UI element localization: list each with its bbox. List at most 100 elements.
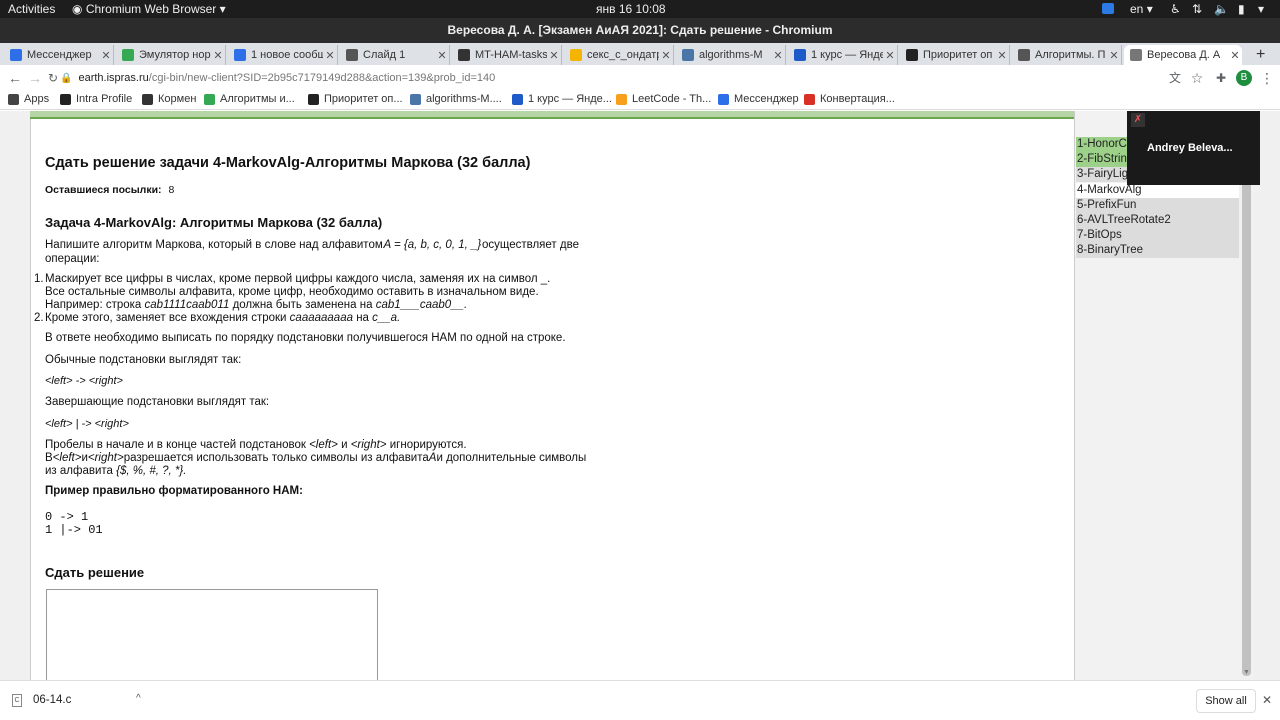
video-call-tile[interactable]: ✗ Andrey Beleva... bbox=[1127, 111, 1260, 185]
page-title: Сдать решение задачи 4-MarkovAlg-Алгорит… bbox=[45, 155, 531, 171]
spaces-text-e: игнорируются. bbox=[389, 439, 467, 451]
more-menu-icon[interactable]: ⋮ bbox=[1258, 69, 1276, 87]
forward-icon[interactable]: → bbox=[26, 69, 44, 87]
tab-close-icon[interactable]: ✕ bbox=[771, 49, 785, 62]
accessibility-icon[interactable]: ♿ bbox=[1170, 2, 1181, 16]
battery-icon[interactable]: ▮ bbox=[1238, 2, 1245, 16]
item1-line1: Маскирует все цифры в числах, кроме перв… bbox=[45, 273, 551, 285]
bookmark-item[interactable]: Приоритет оп... bbox=[308, 93, 403, 105]
tab-close-icon[interactable]: ✕ bbox=[1107, 49, 1121, 62]
tab-close-icon[interactable]: ✕ bbox=[99, 49, 113, 62]
zoom-icon[interactable] bbox=[1102, 3, 1114, 14]
profile-avatar[interactable]: B bbox=[1236, 70, 1252, 86]
allowed-left: <left> bbox=[52, 452, 82, 464]
allowed-symbols: {$, %, #, ?, *}. bbox=[116, 465, 187, 477]
messenger-icon bbox=[718, 93, 729, 105]
tab-label: 1 курс — Янде bbox=[811, 49, 883, 61]
bookmark-label: Алгоритмы и... bbox=[220, 93, 295, 105]
show-all-button[interactable]: Show all bbox=[1196, 689, 1256, 713]
item1-example-input: cab1111caab011 bbox=[144, 299, 230, 311]
tab[interactable]: Слайд 1 ✕ bbox=[340, 45, 450, 65]
bookmark-item[interactable]: Алгоритмы и... bbox=[204, 93, 295, 105]
allowed-line-1: В <left> и <right> разрешается использов… bbox=[45, 451, 586, 465]
bookmark-label: Приоритет оп... bbox=[324, 93, 403, 105]
problem-link[interactable]: 8-BinaryTree bbox=[1076, 243, 1239, 259]
bookmark-item[interactable]: algorithms-M.... bbox=[410, 93, 502, 105]
translate-icon[interactable]: 文 bbox=[1166, 69, 1184, 87]
messenger-icon bbox=[234, 49, 246, 61]
bookmark-item[interactable]: Intra Profile bbox=[60, 93, 132, 105]
language-indicator[interactable]: en ▾ bbox=[1130, 2, 1153, 16]
item1-line3: Например: строка cab1111caab011 должна б… bbox=[45, 298, 467, 312]
network-icon[interactable]: ⇅ bbox=[1192, 2, 1202, 16]
tab-close-icon[interactable]: ✕ bbox=[547, 49, 561, 62]
problem-list: 1-HonorCode 2-FibString 3-FairyLights 4-Mar… bbox=[1074, 111, 1239, 680]
tab[interactable]: MT-HAM-tasks ✕ bbox=[452, 45, 562, 65]
bookmark-star-icon[interactable]: ☆ bbox=[1188, 69, 1206, 87]
volume-icon[interactable]: 🔈 bbox=[1214, 2, 1229, 16]
bookmark-item[interactable]: Кормен bbox=[142, 93, 196, 105]
page-icon bbox=[1130, 49, 1142, 61]
problem-link[interactable]: 6-AVLTreeRotate2 bbox=[1076, 213, 1239, 228]
chevron-up-icon[interactable]: ^ bbox=[136, 693, 141, 704]
bookmark-item[interactable]: Мессенджер bbox=[718, 93, 799, 105]
window-title: Вересова Д. А. [Экзамен АиАЯ 2021]: Сдат… bbox=[447, 23, 833, 37]
tab[interactable]: секс_с_ондатр ✕ bbox=[564, 45, 674, 65]
clock[interactable]: янв 16 10:08 bbox=[596, 2, 666, 16]
close-icon[interactable]: ✕ bbox=[1262, 693, 1272, 707]
tab-strip: Мессенджер ✕ Эмулятор нор ✕ 1 новое сообщ ✕ Сл… bbox=[0, 43, 1280, 65]
tab-close-icon[interactable]: ✕ bbox=[323, 49, 337, 62]
app-menu[interactable]: ◉ Chromium Web Browser ▾ bbox=[72, 2, 226, 16]
tab[interactable]: Мессенджер ✕ bbox=[4, 45, 114, 65]
bookmark-item[interactable]: Apps bbox=[8, 93, 49, 105]
file-icon: C bbox=[12, 694, 22, 707]
tab[interactable]: algorithms-M ✕ bbox=[676, 45, 786, 65]
bookmark-label: Мессенджер bbox=[734, 93, 799, 105]
list-number-2: 2. bbox=[34, 312, 44, 324]
address-bar[interactable]: 🔒 earth.ispras.ru/cgi-bin/new-client?SID=… bbox=[60, 68, 1160, 88]
activities-button[interactable]: Activities bbox=[8, 2, 55, 16]
tab[interactable]: 1 курс — Янде ✕ bbox=[788, 45, 898, 65]
tab-close-icon[interactable]: ✕ bbox=[1228, 49, 1242, 62]
tab-label: 1 новое сообщ bbox=[251, 49, 323, 61]
globe-icon bbox=[142, 93, 153, 105]
scrollbar-thumb[interactable] bbox=[1242, 181, 1251, 676]
download-bar: C 06-14.c ^ Show all ✕ bbox=[0, 680, 1280, 720]
tab-label: Слайд 1 bbox=[363, 49, 406, 61]
participant-name: Andrey Beleva... bbox=[1147, 142, 1233, 154]
solution-textarea[interactable] bbox=[46, 589, 378, 680]
para-regular: Обычные подстановки выглядят так: bbox=[45, 354, 242, 366]
problem-link[interactable]: 7-BitOps bbox=[1076, 228, 1239, 244]
allowed-line-2: из алфавита {$, %, #, ?, *}. bbox=[45, 464, 186, 478]
tab-close-icon[interactable]: ✕ bbox=[883, 49, 897, 62]
tab[interactable]: Эмулятор нор ✕ bbox=[116, 45, 226, 65]
bookmark-item[interactable]: 1 курс — Янде... bbox=[512, 93, 612, 105]
bookmark-item[interactable]: LeetCode - Th... bbox=[616, 93, 711, 105]
item2-text-a: Кроме этого, заменяет все вхождения стро… bbox=[45, 312, 287, 324]
system-menu-icon[interactable]: ▾ bbox=[1258, 2, 1264, 16]
tab-close-icon[interactable]: ✕ bbox=[435, 49, 449, 62]
tab-close-icon[interactable]: ✕ bbox=[211, 49, 225, 62]
problem-link[interactable]: 5-PrefixFun bbox=[1076, 197, 1239, 213]
bookmark-label: LeetCode - Th... bbox=[632, 93, 712, 105]
tab[interactable]: Вересова Д. А ✕ bbox=[1124, 45, 1242, 65]
problem-content: Сдать решение задачи 4-MarkovAlg-Алгорит… bbox=[30, 119, 1074, 680]
spaces-text-a: Пробелы в начале и в конце частей подста… bbox=[45, 439, 306, 451]
tab-label: Эмулятор нор bbox=[139, 49, 211, 61]
download-filename[interactable]: 06-14.c bbox=[33, 694, 71, 706]
remaining-submissions: Оставшиеся посылки: 8 bbox=[45, 183, 174, 197]
tab-close-icon[interactable]: ✕ bbox=[659, 49, 673, 62]
spaces-line: Пробелы в начале и в конце частей подста… bbox=[45, 438, 467, 452]
allowed-in: В bbox=[45, 452, 53, 464]
window-title-bar: Вересова Д. А. [Экзамен АиАЯ 2021]: Сдат… bbox=[0, 18, 1280, 43]
tab-close-icon[interactable]: ✕ bbox=[995, 49, 1009, 62]
remaining-label: Оставшиеся посылки: bbox=[45, 184, 162, 196]
tab[interactable]: 1 новое сообщ ✕ bbox=[228, 45, 338, 65]
tab[interactable]: Приоритет оп ✕ bbox=[900, 45, 1010, 65]
bookmark-item[interactable]: Конвертация... bbox=[804, 93, 895, 105]
scroll-down-icon[interactable]: ▼ bbox=[1242, 669, 1251, 677]
new-tab-icon[interactable]: + bbox=[1250, 45, 1270, 65]
extensions-icon[interactable]: ✚ bbox=[1212, 69, 1230, 87]
tab[interactable]: Алгоритмы. П ✕ bbox=[1012, 45, 1122, 65]
back-icon[interactable]: ← bbox=[6, 69, 24, 87]
